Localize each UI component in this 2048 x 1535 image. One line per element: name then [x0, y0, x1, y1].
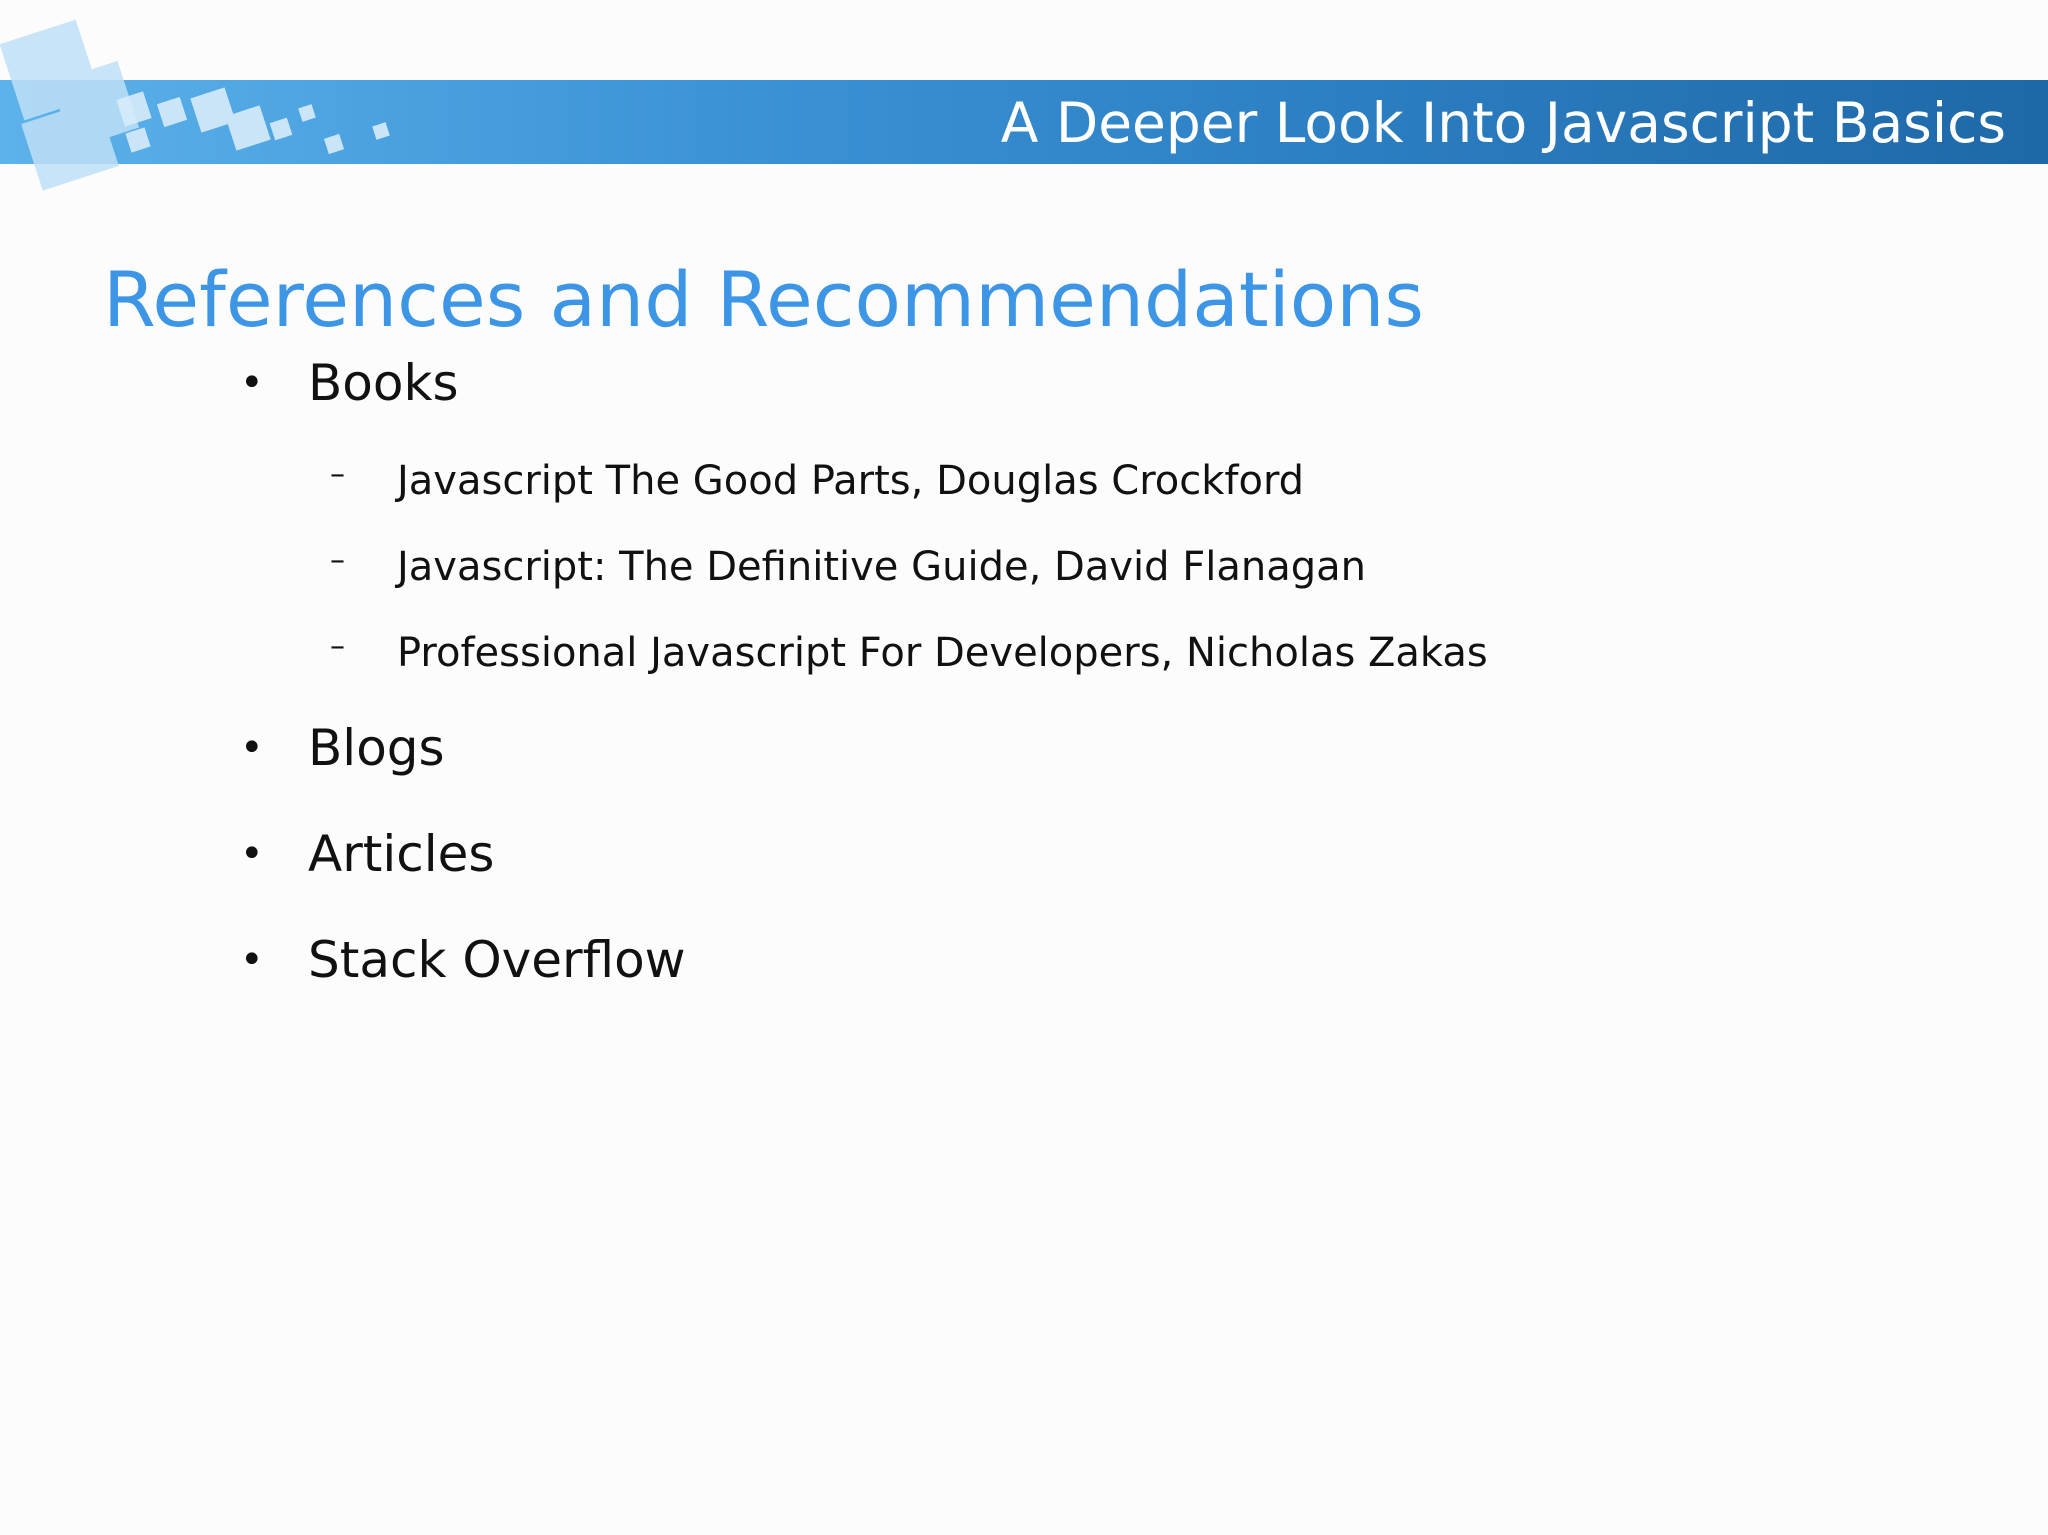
- slide-title: References and Recommendations: [103, 255, 1425, 344]
- slide: A Deeper Look Into Javascript Basics Ref…: [0, 0, 2048, 1535]
- presentation-title: A Deeper Look Into Javascript Basics: [1000, 91, 2006, 155]
- sub-item-label: Javascript: The Definitive Guide, David …: [397, 544, 1366, 590]
- bullet-marker: •: [240, 725, 264, 771]
- bullet-label: Blogs: [308, 719, 445, 777]
- bullet-label: Books: [308, 354, 459, 412]
- bullet-item-books: • Books: [240, 348, 459, 418]
- sub-item-label: Professional Javascript For Developers, …: [397, 630, 1488, 676]
- bullet-marker: •: [240, 360, 264, 406]
- bullet-marker: •: [240, 831, 264, 877]
- decorative-squares-graphic: [0, 19, 390, 191]
- bullet-marker: •: [240, 937, 264, 983]
- bullet-label: Articles: [308, 825, 495, 883]
- sub-item-marker: –: [330, 457, 345, 492]
- sub-item-label: Javascript The Good Parts, Douglas Crock…: [397, 458, 1305, 504]
- bullet-item-stack-overflow: • Stack Overflow: [240, 925, 686, 995]
- bullet-item-articles: • Articles: [240, 819, 494, 889]
- sub-item-marker: –: [330, 543, 345, 578]
- bullet-item-blogs: • Blogs: [240, 713, 445, 783]
- bullet-label: Stack Overflow: [308, 931, 686, 989]
- sub-item-marker: –: [330, 629, 345, 664]
